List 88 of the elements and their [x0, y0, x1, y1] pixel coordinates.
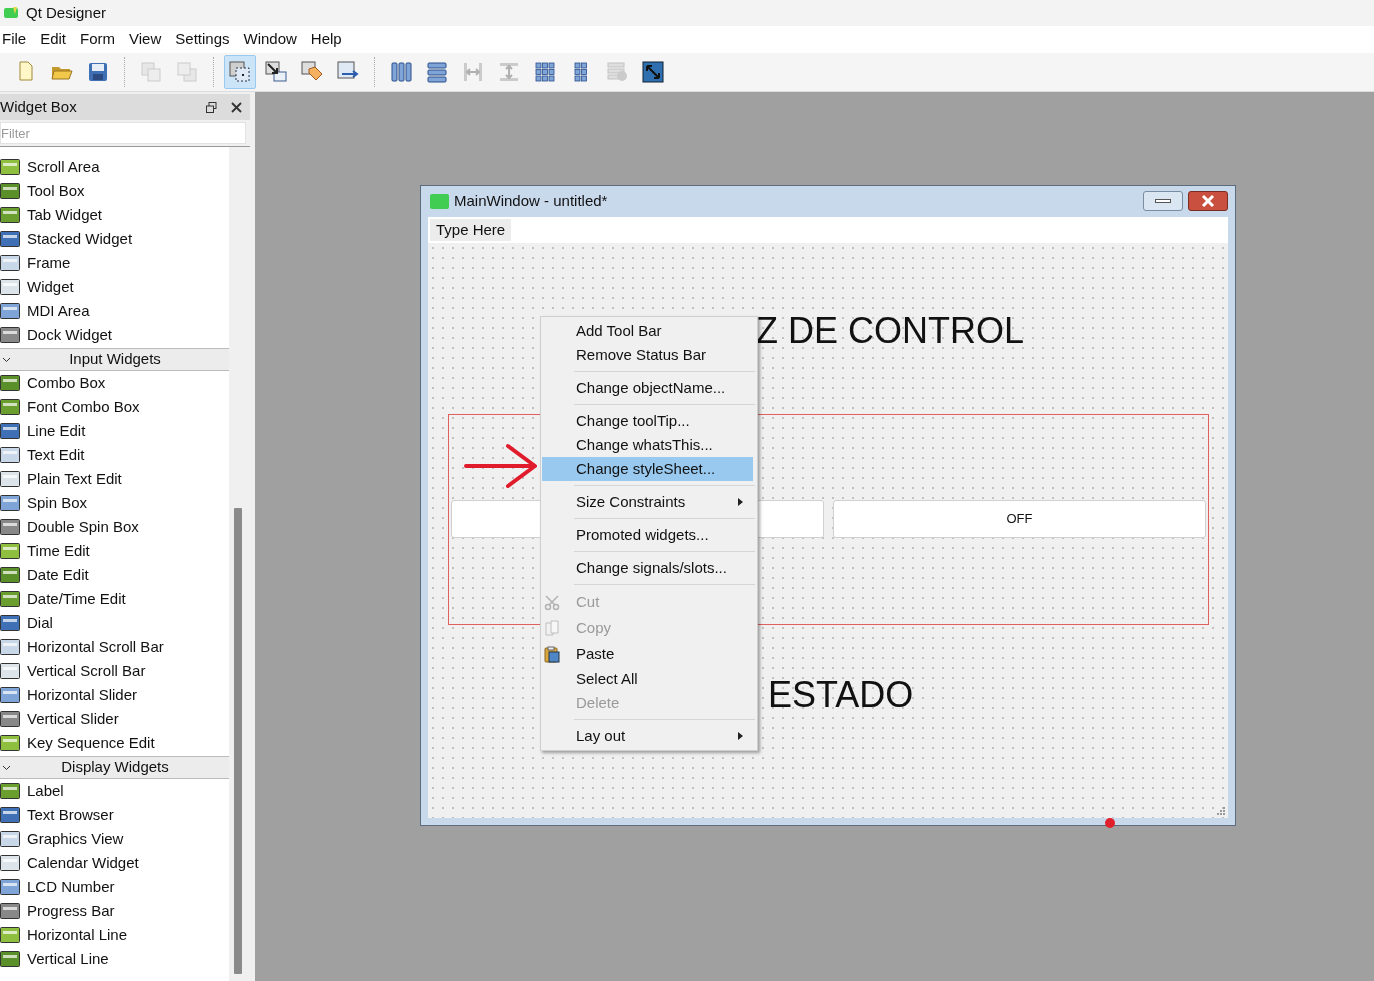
- widget-list-item[interactable]: Vertical Slider: [27, 707, 119, 731]
- minimize-button[interactable]: [1143, 190, 1183, 211]
- menu-item[interactable]: Select All: [542, 667, 753, 691]
- menu-item[interactable]: Change signals/slots...: [542, 556, 753, 580]
- close-icon: [1201, 194, 1215, 207]
- app-logo-icon: [4, 6, 18, 20]
- widget-list-item[interactable]: Vertical Line: [27, 947, 109, 971]
- close-button[interactable]: [1188, 190, 1228, 211]
- minimize-icon: [1155, 198, 1171, 203]
- grid-icon: [533, 60, 557, 84]
- menu-item[interactable]: Promoted widgets...: [542, 523, 753, 547]
- widget-list-item[interactable]: Date/Time Edit: [27, 587, 126, 611]
- pages-icon: [544, 619, 560, 637]
- close-icon[interactable]: [231, 101, 242, 113]
- menu-item[interactable]: File: [0, 28, 29, 51]
- filter-field[interactable]: Filter: [0, 122, 246, 144]
- widget-list-item[interactable]: Horizontal Scroll Bar: [27, 635, 164, 659]
- menu-placeholder[interactable]: Type Here: [430, 219, 512, 241]
- widget-list-item[interactable]: Font Combo Box: [27, 395, 140, 419]
- widget-list-item[interactable]: Plain Text Edit: [27, 467, 122, 491]
- widget-list-item[interactable]: Line Edit: [27, 419, 86, 443]
- menu-item[interactable]: Lay out: [542, 724, 753, 748]
- menu-item[interactable]: Window: [241, 28, 299, 51]
- menu-item[interactable]: Help: [308, 28, 344, 51]
- rows-icon: [425, 60, 449, 84]
- qt-logo-icon: [430, 194, 449, 209]
- menu-item[interactable]: Change objectName...: [542, 376, 753, 400]
- scissors-icon: [544, 593, 560, 611]
- arrow-annotation-icon: [464, 443, 539, 489]
- push-button[interactable]: OFF: [833, 500, 1206, 538]
- menu-item[interactable]: Paste: [542, 641, 753, 667]
- float-icon[interactable]: [206, 101, 217, 113]
- widget-list-item[interactable]: Date Edit: [27, 563, 89, 587]
- widget-list-item[interactable]: Time Edit: [27, 539, 90, 563]
- widget-list-item[interactable]: Tool Box: [27, 179, 85, 203]
- widget-list-item[interactable]: Double Spin Box: [27, 515, 139, 539]
- widget-list-item[interactable]: Spin Box: [27, 491, 88, 515]
- submenu-arrow-icon: [738, 498, 743, 506]
- status-label: ESTADO: [768, 677, 914, 713]
- clipboard-icon: [544, 645, 560, 663]
- widget-list-item[interactable]: Graphics View: [27, 827, 124, 851]
- menu-item[interactable]: Edit: [38, 28, 69, 51]
- menu-item[interactable]: Form: [78, 28, 118, 51]
- widget-list-item[interactable]: MDI Area: [27, 299, 90, 323]
- widget-list-item[interactable]: Horizontal Line: [27, 923, 128, 947]
- horizontal-arrows-icon: [461, 60, 485, 84]
- selection-icon: [228, 60, 252, 84]
- widget-list-item[interactable]: Dock Widget: [27, 323, 113, 347]
- widget-list-item[interactable]: Label: [27, 779, 64, 803]
- menu-item[interactable]: Size Constraints: [542, 490, 753, 514]
- menu-item[interactable]: Add Tool Bar: [542, 319, 753, 343]
- category-header[interactable]: Display Widgets: [0, 755, 229, 779]
- widget-list-item[interactable]: Tab Widget: [27, 203, 103, 227]
- menu-item[interactable]: Settings: [173, 28, 232, 51]
- title-label: Z DE CONTROL: [756, 313, 1024, 349]
- widget-list-item[interactable]: Progress Bar: [27, 899, 115, 923]
- widget-list-item[interactable]: Text Browser: [27, 803, 114, 827]
- scrollbar-thumb[interactable]: [234, 508, 242, 974]
- columns-icon: [389, 60, 413, 84]
- arrow-into-box-icon: [264, 60, 288, 84]
- widget-list-item[interactable]: Combo Box: [27, 371, 106, 395]
- widget-list-item[interactable]: Widget: [27, 275, 74, 299]
- panel-title: Widget Box: [0, 96, 78, 117]
- widget-list-item[interactable]: Dial: [27, 611, 53, 635]
- stacked-squares-icon: [139, 60, 163, 84]
- widget-list-item[interactable]: Frame: [27, 251, 71, 275]
- resize-grip-icon[interactable]: [1215, 805, 1225, 815]
- widget-list-item[interactable]: Vertical Scroll Bar: [27, 659, 146, 683]
- widget-list-item[interactable]: Horizontal Slider: [27, 683, 138, 707]
- menu-item[interactable]: Change toolTip...: [542, 409, 753, 433]
- window-title: Qt Designer: [26, 2, 107, 23]
- submenu-arrow-icon: [738, 732, 743, 740]
- widget-list-item[interactable]: Stacked Widget: [27, 227, 133, 251]
- vertical-arrows-icon: [497, 60, 521, 84]
- widget-list-item[interactable]: Key Sequence Edit: [27, 731, 155, 755]
- selection-handle[interactable]: [1105, 818, 1115, 828]
- menu-item[interactable]: View: [127, 28, 164, 51]
- form-title: MainWindow - untitled*: [454, 191, 609, 212]
- widget-list-item[interactable]: LCD Number: [27, 875, 115, 899]
- widget-list-item[interactable]: Calendar Widget: [27, 851, 139, 875]
- menu-item[interactable]: Remove Status Bar: [542, 343, 753, 367]
- widget-list-item[interactable]: Text Edit: [27, 443, 85, 467]
- menu-item[interactable]: Change whatsThis...: [542, 433, 753, 457]
- menu-item[interactable]: Change styleSheet...: [542, 457, 753, 481]
- widget-list-item[interactable]: Scroll Area: [27, 155, 100, 179]
- stacked-bars-icon: [605, 60, 629, 84]
- stacked-squares-icon: [175, 60, 199, 84]
- category-header[interactable]: Input Widgets: [0, 347, 229, 371]
